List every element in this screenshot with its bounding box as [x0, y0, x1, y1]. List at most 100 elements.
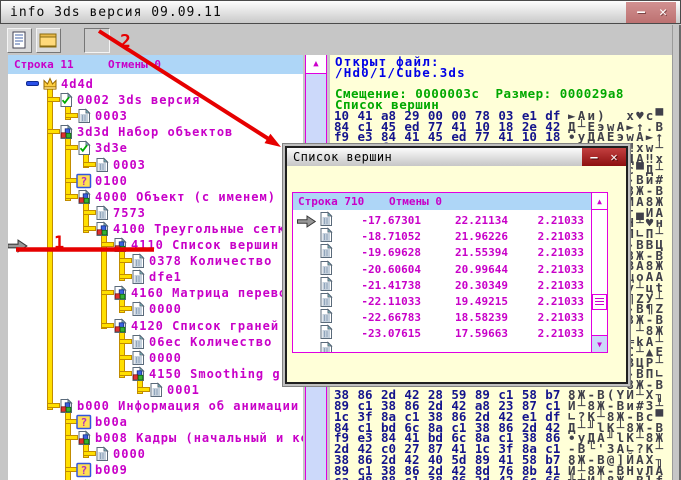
chunk-icon: [76, 430, 92, 446]
tree-row-label: 0001: [167, 383, 200, 397]
tree-row[interactable]: ?0100: [8, 173, 303, 189]
tree-row[interactable]: 4000 Объект (с именем): [8, 189, 303, 205]
tree-row-label: b008 Кадры (начальный и кон: [95, 431, 303, 445]
tree-row[interactable]: 0002 3ds версия: [8, 92, 303, 108]
tree-row-label: 4160 Матрица перевода: [131, 286, 303, 300]
grid-document-icon: [148, 382, 164, 398]
grid-document-icon: [76, 108, 92, 124]
hex-info-line: Список вершин: [330, 97, 672, 108]
tree-row-label: 0003: [95, 109, 128, 123]
tree-row[interactable]: dfe1: [8, 269, 303, 285]
tree-row[interactable]: 0003: [8, 157, 303, 173]
tree-row[interactable]: 3d3d Набор объектов: [8, 124, 303, 140]
tree-row-label: 0100: [95, 174, 128, 188]
tree-row-label: b00a: [95, 415, 128, 429]
tree-row[interactable]: 4100 Треугольные сетки: [8, 221, 303, 237]
tree-row[interactable]: b000 Информация об анимации: [8, 398, 303, 414]
question-icon: ?: [76, 414, 92, 430]
tree-row[interactable]: 4160 Матрица перевода: [8, 285, 303, 301]
popup-window-controls: – ✕: [582, 148, 626, 166]
tree-row[interactable]: b008 Кадры (начальный и кон: [8, 430, 303, 446]
popup-undo-counter: Отмены 0: [389, 193, 442, 210]
tree-row[interactable]: 4110 Список вершин: [8, 237, 303, 253]
popup-row[interactable]: -17.6730122.211342.21033: [293, 212, 591, 228]
new-file-button[interactable]: [7, 28, 32, 53]
tree-row[interactable]: 4150 Smoothing group li: [8, 366, 303, 382]
tree-row-label: 4100 Треугольные сетки: [113, 222, 294, 236]
hex-row: 89 c1 38 86 2d 42 8d 76 8b 41Й┴8Ж-ВНvЛА: [330, 463, 672, 474]
tree-panel[interactable]: 4d4d0002 3ds версия00033d3d Набор объект…: [8, 74, 303, 480]
window-title: info 3ds версия 09.09.11: [10, 5, 222, 20]
popup-row[interactable]: -22.1103319.492152.21033: [293, 293, 591, 309]
tree-row[interactable]: 0003: [8, 108, 303, 124]
hex-row: 84 c1 45 ed 77 41 10 18 2e 42Д┴ЕэwА►↑.В: [330, 119, 672, 130]
tree-row-label: 4150 Smoothing group li: [149, 367, 303, 381]
tree-row[interactable]: ?b009: [8, 462, 303, 478]
tree-row-label: 0000: [113, 447, 146, 461]
hex-row: f9 e3 84 41 bd 6c 8a c1 38 86∙уДА╜lК┴8Ж: [330, 430, 672, 441]
vertex-list[interactable]: Строка 710 Отмены 0 -17.6730122.211342.2…: [292, 192, 608, 353]
grid-document-icon: [94, 205, 110, 221]
tree-collapse-icon[interactable]: [26, 81, 39, 86]
tree-row-label: 0378 Количество: [149, 254, 272, 268]
tree-row[interactable]: 0000: [8, 350, 303, 366]
tree-row-label: 0003: [113, 158, 146, 172]
hex-row: 38 86 2d 42 28 59 89 c1 58 b78Ж-В(YЙ┴X╖: [330, 387, 672, 398]
title-bar[interactable]: info 3ds версия 09.09.11 – ✕: [0, 0, 681, 24]
chunk-icon: [58, 398, 74, 414]
vertex-list-window[interactable]: Список вершин – ✕ Строка 710 Отмены 0 -1…: [282, 143, 631, 387]
popup-scroll-up-icon[interactable]: ▲: [592, 193, 607, 210]
tree-row[interactable]: 7573: [8, 205, 303, 221]
chunk-icon: [94, 221, 110, 237]
chunk-icon: [76, 189, 92, 205]
hex-row: f9 e3 84 41 45 ed 77 41 10 18∙уДАЕэwА►↑: [330, 129, 672, 140]
popup-row[interactable]: -23.0761517.596632.21033: [293, 325, 591, 341]
chunk-icon: [112, 285, 128, 301]
tree-row[interactable]: 3d3e: [8, 140, 303, 156]
chunk-icon: [130, 366, 146, 382]
scroll-up-icon[interactable]: ▲: [306, 55, 326, 74]
hex-row: 1c 3f 8a c1 38 86 2d 42 e1 df∟?К┴8Ж-Вс▀: [330, 409, 672, 420]
tree-row[interactable]: 06ec Количество: [8, 334, 303, 350]
tree-row[interactable]: 0000: [8, 446, 303, 462]
popup-row[interactable]: -19.6962821.553942.21033: [293, 244, 591, 260]
cursor-arrow-icon: [8, 239, 28, 253]
tree-row[interactable]: 4d4d: [8, 76, 303, 92]
popup-row[interactable]: -20.6060420.996442.21033: [293, 261, 591, 277]
hex-info-line: Смещение: 0000003c Размер: 000029a8: [330, 86, 672, 97]
tree-row-label: 3d3e: [95, 141, 128, 155]
grid-document-icon: [130, 301, 146, 317]
check-document-icon: [76, 140, 92, 156]
tree-row[interactable]: 0001: [8, 382, 303, 398]
popup-title-bar[interactable]: Список вершин – ✕: [287, 148, 626, 166]
popup-scrollbar[interactable]: ▲ ▼: [591, 193, 607, 352]
window-controls: – ✕: [626, 2, 676, 23]
chunk-icon: [58, 124, 74, 140]
tree-row-counter: Строка 11: [14, 55, 74, 74]
popup-body: Строка 710 Отмены 0 -17.6730122.211342.2…: [287, 166, 626, 382]
close-button[interactable]: ✕: [652, 2, 674, 23]
grid-document-icon: [130, 350, 146, 366]
svg-text:?: ?: [81, 416, 88, 429]
popup-scroll-down-icon[interactable]: ▼: [592, 335, 607, 352]
popup-row[interactable]: -18.7105221.962262.21033: [293, 228, 591, 244]
popup-title: Список вершин: [293, 150, 392, 164]
tree-row[interactable]: 0000: [8, 301, 303, 317]
blank-button[interactable]: [84, 28, 110, 53]
tree-row[interactable]: 4120 Список граней: [8, 318, 303, 334]
popup-close-button[interactable]: ✕: [604, 148, 624, 166]
popup-row[interactable]: [293, 342, 591, 353]
minimize-button[interactable]: –: [630, 2, 652, 23]
hex-row: 38 86 2d 42 40 5d 89 41 58 b78Ж-В@]ЙАX╖: [330, 452, 672, 463]
tree-row[interactable]: ? b00a: [8, 414, 303, 430]
open-folder-button[interactable]: [36, 28, 61, 53]
popup-scroll-thumb[interactable]: [592, 294, 607, 310]
hex-row: ca d8 88 c1 38 86 2d 42 6c 66╩╪И┴8Ж-Вlf: [330, 473, 672, 480]
tree-row-label: 0002 3ds версия: [77, 93, 200, 107]
popup-minimize-button[interactable]: –: [584, 148, 604, 166]
popup-row[interactable]: -22.6678318.582392.21033: [293, 309, 591, 325]
grid-document-icon: [130, 269, 146, 285]
tree-row[interactable]: 0378 Количество: [8, 253, 303, 269]
popup-row[interactable]: -21.4173820.303492.21033: [293, 277, 591, 293]
tree-row-label: 0000: [149, 351, 182, 365]
